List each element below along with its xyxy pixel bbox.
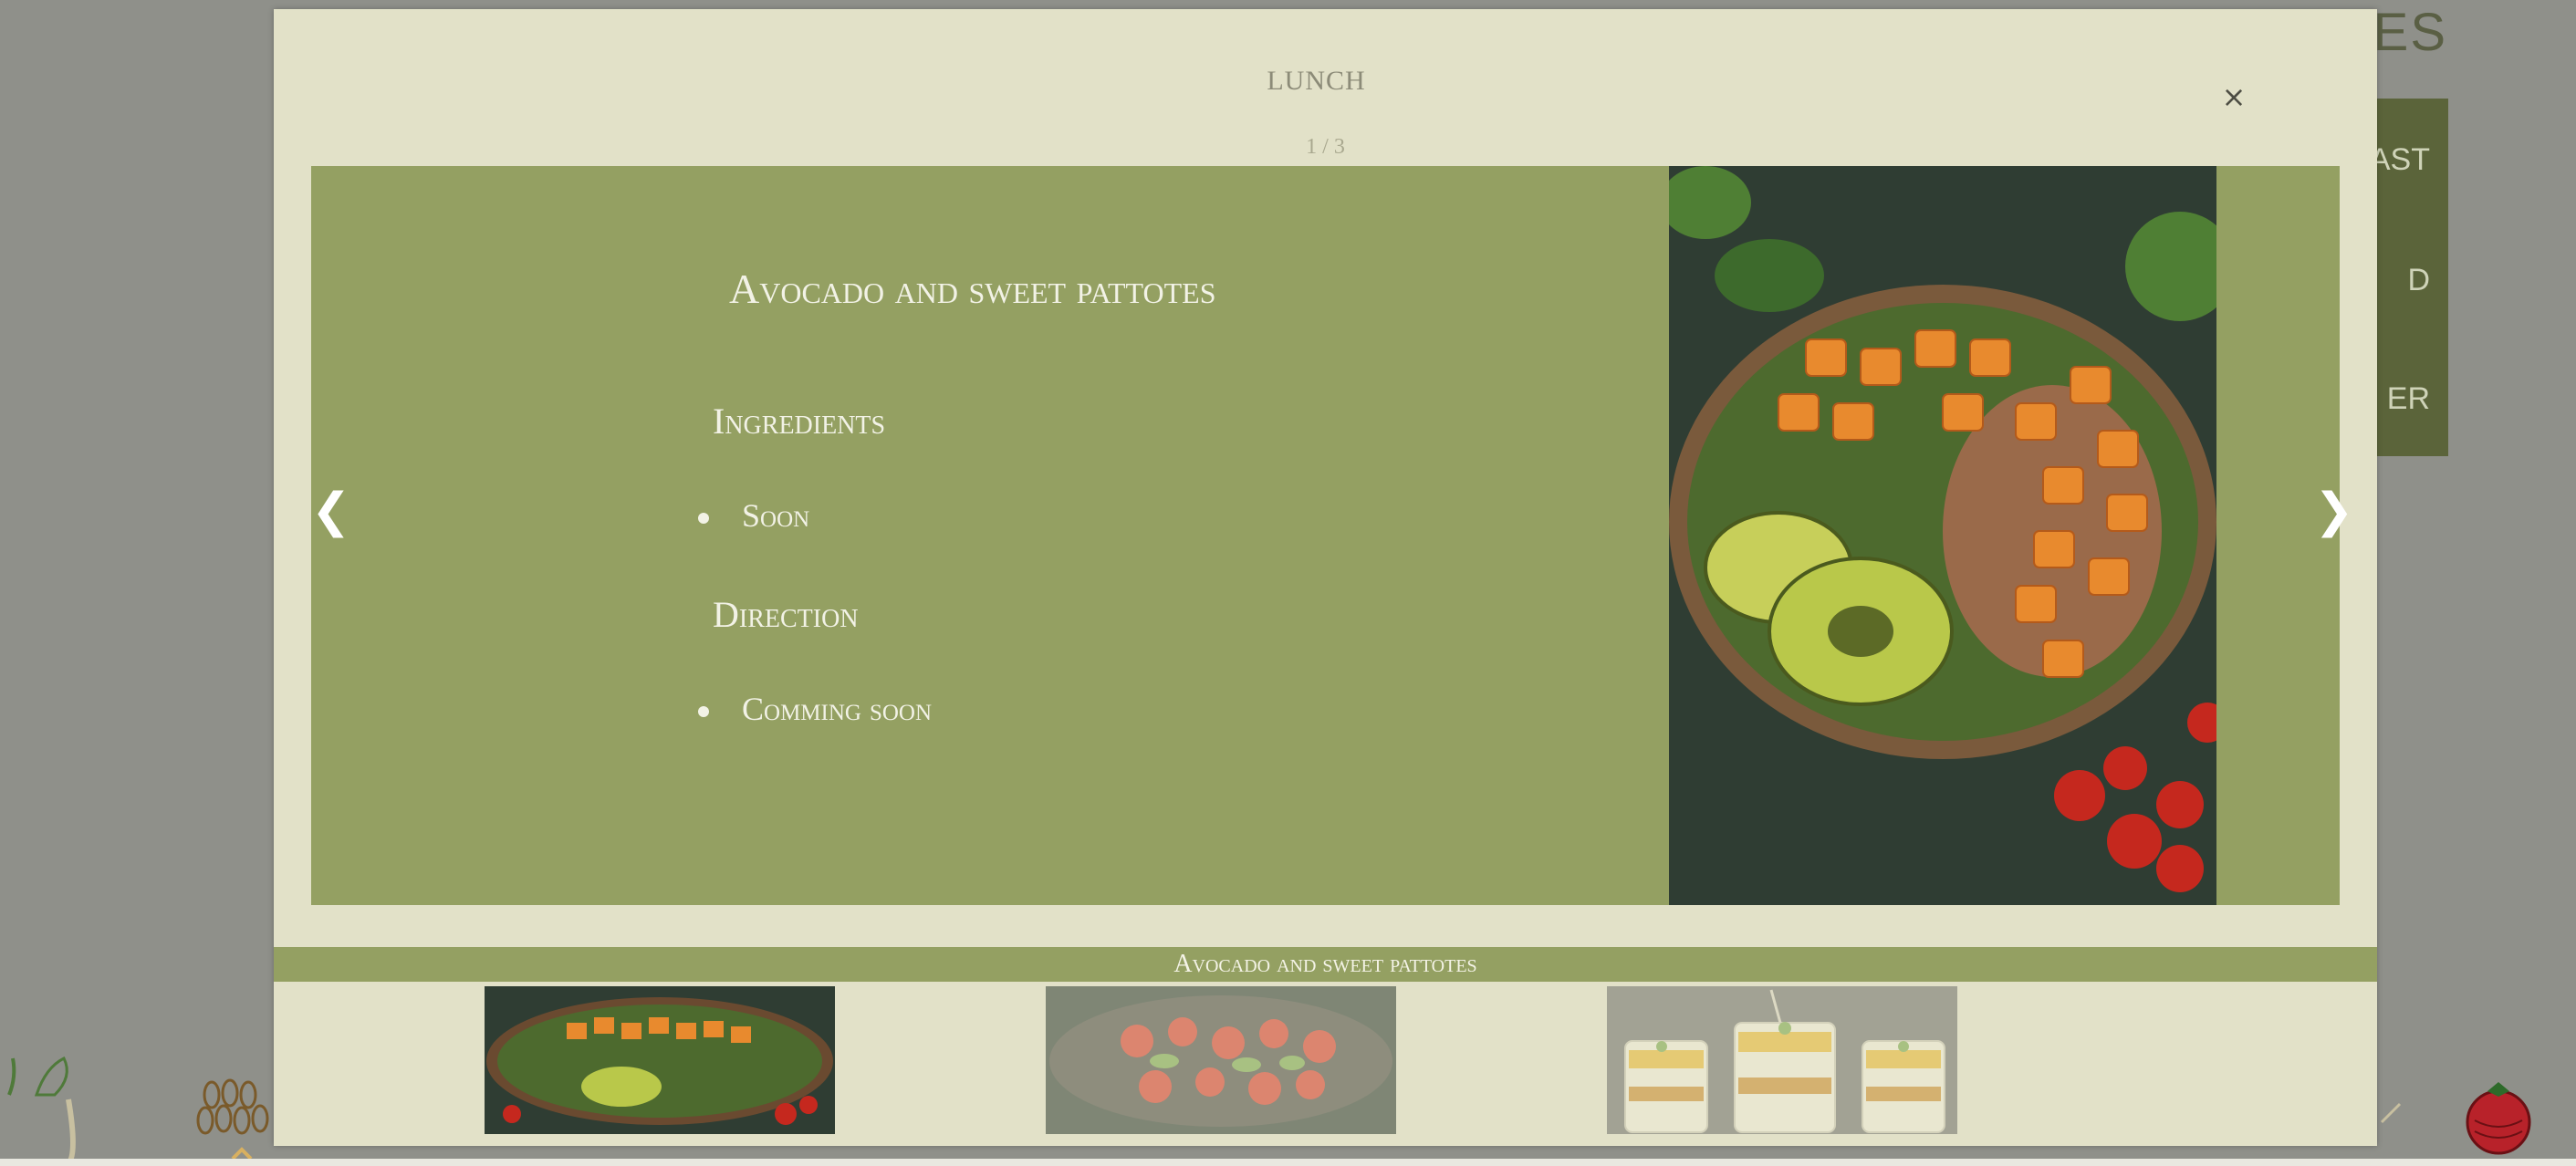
ingredient-list-item: Soon — [698, 496, 810, 535]
vegetable-doodles-left — [7, 1056, 269, 1166]
slide-caption: Avocado and sweet pattotes — [274, 947, 2377, 982]
background-footer — [0, 1159, 2576, 1166]
direction-heading: Direction — [713, 594, 859, 635]
background-nav-item-lunch[interactable]: D — [2407, 263, 2430, 298]
ingredients-heading: Ingredients — [713, 401, 886, 442]
bullet-icon — [698, 706, 709, 717]
recipe-photo — [1669, 166, 2216, 905]
thumbnail-2[interactable] — [1046, 986, 1396, 1134]
recipe-title: Avocado and sweet pattotes — [729, 265, 1216, 312]
tomato-salad-image — [1046, 986, 1396, 1134]
direction-text: Comming soon — [742, 691, 933, 727]
thumbnail-1[interactable] — [485, 986, 835, 1134]
slide-counter: 1 / 3 — [1306, 135, 1345, 159]
modal-category-title: LUNCH — [1267, 66, 1366, 96]
background-nav-item-dinner[interactable]: ER — [2387, 381, 2430, 417]
bullet-icon — [698, 513, 709, 524]
next-slide-button[interactable]: ❯ — [2314, 484, 2354, 538]
thumbnail-3[interactable] — [1607, 986, 1957, 1134]
recipe-lightbox-modal: LUNCH × 1 / 3 Avocado and sweet pattotes… — [274, 9, 2377, 1146]
previous-slide-button[interactable]: ❮ — [311, 484, 351, 538]
avocado-sweet-potato-bowl-image — [1669, 166, 2216, 905]
avocado-sweet-potato-bowl-image — [485, 986, 835, 1134]
recipe-slide: Avocado and sweet pattotes Ingredients S… — [311, 166, 2354, 905]
close-button[interactable]: × — [2219, 82, 2248, 111]
fruit-parfait-image — [1607, 986, 1957, 1134]
ingredient-text: Soon — [742, 497, 810, 534]
direction-list-item: Comming soon — [698, 690, 933, 728]
tomato-doodle-right — [2380, 1082, 2531, 1155]
